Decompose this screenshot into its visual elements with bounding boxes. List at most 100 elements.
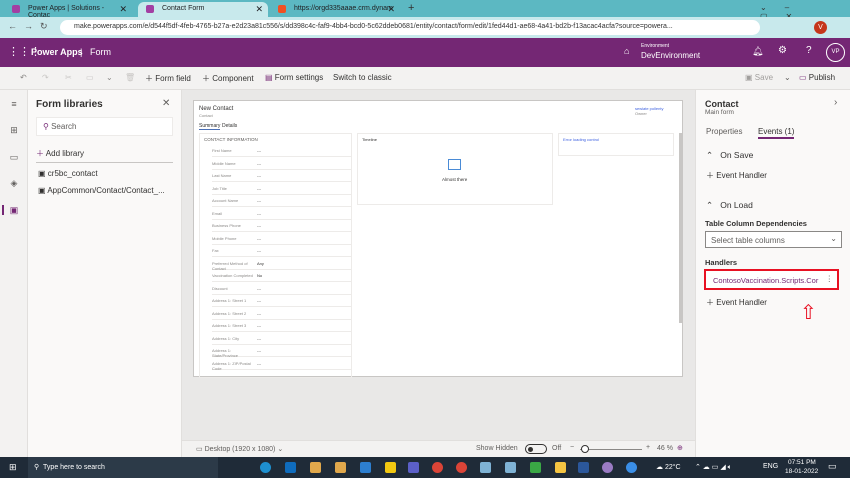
hamburger-icon[interactable]: ≡ [8,99,20,109]
new-tab-button[interactable]: + [408,2,414,14]
gear-icon[interactable]: ⚙ [778,45,787,56]
notepad-icon[interactable] [480,462,491,473]
form-field[interactable]: Address 1: Street 3 --- [212,320,351,332]
tab-events[interactable]: Events (1) [758,127,795,139]
nav-buttons[interactable]: ←→↻ [8,21,55,32]
form-field[interactable]: Account Name --- [212,195,351,207]
form-field[interactable]: Preferred Method of Contact Any [212,258,351,271]
sticky-notes-icon[interactable] [385,462,396,473]
device-select[interactable]: ▭ Desktop (1920 x 1080) ⌄ [196,445,283,453]
search-input[interactable]: ⚲ Search [36,117,173,136]
language-indicator[interactable]: ENG [763,463,778,470]
edge-icon[interactable] [260,462,271,473]
on-save-header[interactable]: ⌃ On Save [706,150,753,161]
form-field[interactable]: Vaccination Completed No [212,270,351,282]
add-event-handler-load[interactable]: ＋ Event Handler [706,297,767,308]
show-hidden-toggle[interactable] [525,444,547,454]
form-field[interactable]: Fax --- [212,245,351,257]
close-tab-icon[interactable]: ✕ [119,4,127,15]
add-component-button[interactable]: ＋ Component [202,73,254,84]
add-form-field-button[interactable]: ＋ Form field [145,73,191,84]
form-field[interactable]: Address 1: State/Province --- [212,345,351,358]
notepad-icon[interactable] [505,462,516,473]
add-library-button[interactable]: ＋ Add library [36,148,84,159]
form-field[interactable]: Address 1: City --- [212,333,351,345]
close-tab-icon[interactable]: ✕ [387,4,395,15]
profile-avatar[interactable]: V [814,21,827,34]
windows-start-icon[interactable]: ⊞ [9,462,17,473]
delete-icon[interactable]: 🗑︎ [125,73,135,82]
form-field[interactable]: Address 1: ZIP/Postal Code --- [212,358,351,371]
save-dropdown[interactable]: ⌄ [784,73,791,82]
close-tab-icon[interactable]: ✕ [255,4,263,15]
publish-button[interactable]: ▭ Publish [799,73,835,82]
outlook-icon[interactable] [285,462,296,473]
weather-icon[interactable]: ☁ 22°C [656,463,681,471]
form-field[interactable]: Job Title --- [212,183,351,195]
fit-icon[interactable]: ⊕ [677,444,683,452]
zoom-out-button[interactable]: − [570,444,574,451]
form-field[interactable]: Address 1: Street 1 --- [212,295,351,307]
library-item[interactable]: ▣ AppCommon/Contact/Contact_... [38,186,165,195]
presentation-icon[interactable] [530,462,541,473]
mail-icon[interactable] [310,462,321,473]
redo-icon[interactable]: ↷ [42,73,49,82]
scrollbar[interactable] [679,133,683,323]
tree-view-icon[interactable]: ◈ [8,178,20,188]
form-field[interactable]: Middle Name --- [212,158,351,170]
undo-icon[interactable]: ↶ [20,73,27,82]
app-name[interactable]: Power Apps [31,47,83,57]
mail-icon[interactable] [335,462,346,473]
handler-item[interactable]: ContosoVaccination.Scripts.Cor ⋮ [704,269,839,290]
tab-solutions[interactable]: Power Apps | Solutions - Contac ✕ [4,2,132,19]
bell-icon[interactable]: 🔔︎ [752,46,763,57]
app-icon[interactable] [360,462,371,473]
clock-time[interactable]: 07:51 PM [788,459,816,466]
form-field[interactable]: Business Phone --- [212,220,351,232]
url-input[interactable]: make.powerapps.com/e/d544f5df-4feb-4765-… [60,20,760,35]
chrome-icon[interactable] [432,462,443,473]
table-columns-icon[interactable]: ▭ [8,152,20,162]
form-field[interactable]: Email --- [212,208,351,220]
on-load-header[interactable]: ⌃ On Load [706,200,753,211]
chevron-right-icon[interactable]: › [834,97,837,108]
tab-summary[interactable]: Summary [199,123,221,130]
tab-properties[interactable]: Properties [706,127,742,136]
form-field[interactable]: Last Name --- [212,170,351,182]
form-settings-button[interactable]: ▤ Form settings [265,73,323,82]
library-item[interactable]: ▣ cr5bc_contact [38,169,98,178]
env-name[interactable]: DevEnvironment [641,51,700,60]
cut-icon[interactable]: ✂ [65,73,72,82]
folder-icon[interactable] [555,462,566,473]
user-avatar[interactable]: VP [826,43,845,62]
form-field[interactable]: Address 1: Street 2 --- [212,308,351,320]
help-icon[interactable]: ? [806,45,812,56]
components-icon[interactable]: ⊞ [8,125,20,135]
form-field[interactable]: Discount --- [212,283,351,295]
save-button[interactable]: ▣ Save [745,73,773,82]
zoom-in-button[interactable]: + [646,444,650,451]
zoom-slider[interactable] [580,449,642,450]
tab-details[interactable]: Details [222,123,237,129]
zoom-slider-thumb[interactable] [581,445,589,453]
paste-icon[interactable]: ▭ [86,73,94,82]
taskbar-search[interactable]: ⚲ Type here to search [28,457,218,478]
system-tray-icons[interactable]: ⌃ ☁ ▭ ◢ 🔈︎ [695,463,732,472]
switch-classic-button[interactable]: Switch to classic [333,73,392,82]
more-options-icon[interactable]: ⋮ [826,274,834,283]
close-icon[interactable]: ✕ [162,98,170,109]
table-columns-select[interactable]: Select table columns ⌄ [705,231,842,248]
form-field[interactable]: Mobile Phone --- [212,233,351,245]
tab-crm[interactable]: https://orgd335aaae.crm.dynam ✕ [270,2,400,17]
notifications-icon[interactable]: ▭ [828,461,837,472]
word-icon[interactable] [578,462,589,473]
form-libraries-icon[interactable]: ▣ [2,205,24,215]
teams-icon[interactable] [408,462,419,473]
clock-date[interactable]: 18-01-2022 [785,468,818,475]
form-field[interactable]: First Name --- [212,145,351,157]
paint-icon[interactable] [602,462,613,473]
tab-contact-form[interactable]: Contact Form ✕ [138,2,268,17]
chrome-icon[interactable] [456,462,467,473]
chevron-down-icon[interactable]: ⌄ [106,73,113,82]
help-app-icon[interactable] [626,462,637,473]
